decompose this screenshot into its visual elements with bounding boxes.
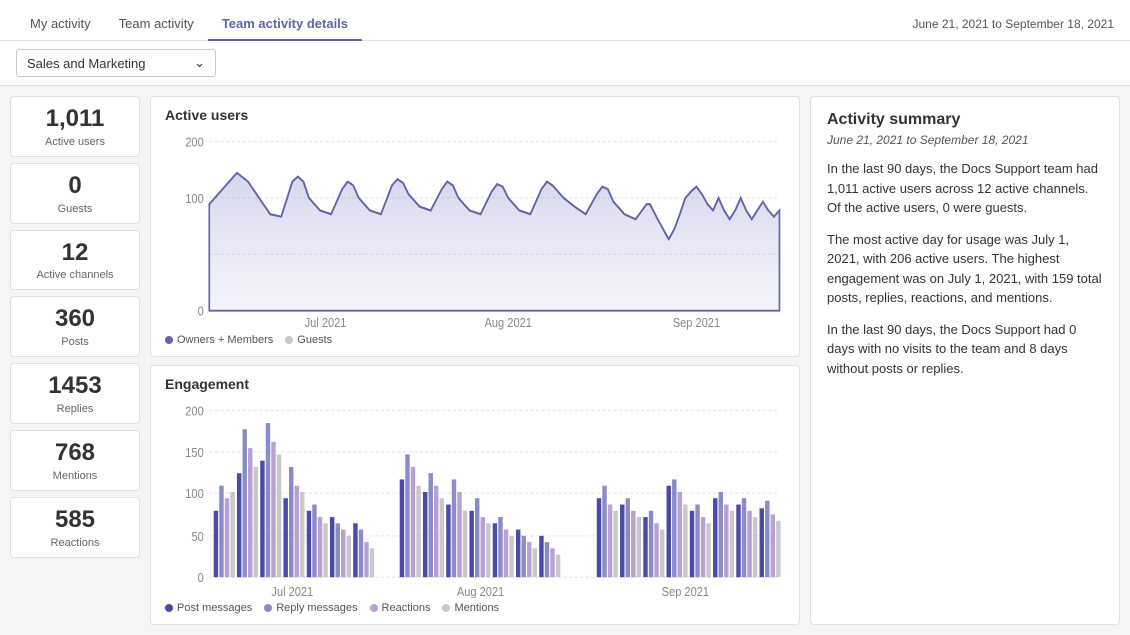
stat-replies: 1453 Replies (10, 363, 140, 424)
legend-label-mentions: Mentions (454, 602, 499, 614)
legend-post-messages: Post messages (165, 602, 252, 614)
charts-panel: Active users 200 100 0 (150, 96, 800, 625)
engagement-chart-card: Engagement 200 150 100 50 0 (150, 365, 800, 626)
stat-guests-label: Guests (23, 203, 127, 215)
team-dropdown[interactable]: Sales and Marketing ⌄ (16, 49, 216, 77)
legend-dot-guests (285, 336, 293, 344)
tab-team-activity-details[interactable]: Team activity details (208, 8, 362, 41)
svg-text:0: 0 (198, 570, 205, 585)
svg-text:Sep 2021: Sep 2021 (673, 315, 720, 329)
stat-replies-number: 1453 (23, 372, 127, 401)
legend-owners-members: Owners + Members (165, 334, 273, 346)
summary-paragraph-1: In the last 90 days, the Docs Support te… (827, 159, 1103, 218)
legend-reactions: Reactions (370, 602, 431, 614)
legend-dot-reply (264, 604, 272, 612)
stats-panel: 1,011 Active users 0 Guests 12 Active ch… (10, 96, 140, 625)
stat-mentions: 768 Mentions (10, 430, 140, 491)
legend-label-owners: Owners + Members (177, 334, 273, 346)
svg-text:100: 100 (185, 486, 204, 501)
svg-text:Aug 2021: Aug 2021 (485, 315, 532, 329)
stat-active-channels-label: Active channels (23, 269, 127, 281)
svg-text:Sep 2021: Sep 2021 (662, 584, 709, 598)
tab-my-activity[interactable]: My activity (16, 8, 105, 41)
svg-text:Jul 2021: Jul 2021 (305, 315, 347, 329)
stat-active-users: 1,011 Active users (10, 96, 140, 157)
stat-replies-label: Replies (23, 403, 127, 415)
tab-team-activity[interactable]: Team activity (105, 8, 208, 41)
svg-text:Aug 2021: Aug 2021 (457, 584, 504, 598)
chevron-down-icon: ⌄ (194, 55, 205, 71)
team-dropdown-value: Sales and Marketing (27, 56, 146, 71)
svg-text:50: 50 (191, 529, 204, 544)
engagement-chart-title: Engagement (165, 376, 785, 392)
active-users-chart-card: Active users 200 100 0 (150, 96, 800, 357)
legend-dot-owners (165, 336, 173, 344)
legend-dot-post (165, 604, 173, 612)
engagement-legend: Post messages Reply messages Reactions M… (165, 602, 785, 614)
legend-reply-messages: Reply messages (264, 602, 357, 614)
activity-summary-panel: Activity summary June 21, 2021 to Septem… (810, 96, 1120, 625)
active-users-legend: Owners + Members Guests (165, 334, 785, 346)
stat-active-channels-number: 12 (23, 239, 127, 268)
stat-mentions-label: Mentions (23, 470, 127, 482)
stat-reactions: 585 Reactions (10, 497, 140, 558)
legend-label-reply: Reply messages (276, 602, 357, 614)
svg-text:150: 150 (185, 445, 204, 460)
stat-reactions-number: 585 (23, 506, 127, 535)
active-users-chart-title: Active users (165, 107, 785, 123)
stat-reactions-label: Reactions (23, 537, 127, 549)
engagement-chart-area: 200 150 100 50 0 (165, 398, 785, 599)
svg-text:100: 100 (185, 191, 204, 206)
stat-posts-number: 360 (23, 305, 127, 334)
stat-guests-number: 0 (23, 172, 127, 201)
legend-guests: Guests (285, 334, 332, 346)
stat-mentions-number: 768 (23, 439, 127, 468)
stat-active-users-label: Active users (23, 136, 127, 148)
date-range-label: June 21, 2021 to September 18, 2021 (913, 17, 1115, 31)
svg-text:200: 200 (185, 403, 204, 418)
stat-posts: 360 Posts (10, 296, 140, 357)
svg-text:Jul 2021: Jul 2021 (271, 584, 313, 598)
stat-posts-label: Posts (23, 336, 127, 348)
summary-paragraph-2: The most active day for usage was July 1… (827, 230, 1103, 308)
stat-guests: 0 Guests (10, 163, 140, 224)
legend-mentions: Mentions (442, 602, 499, 614)
active-users-chart-area: 200 100 0 Jul 2021 (165, 129, 785, 330)
summary-title: Activity summary (827, 111, 1103, 129)
stat-active-channels: 12 Active channels (10, 230, 140, 291)
legend-label-guests: Guests (297, 334, 332, 346)
legend-dot-mentions (442, 604, 450, 612)
svg-text:200: 200 (185, 135, 204, 150)
tab-bar: My activity Team activity Team activity … (16, 8, 362, 40)
legend-label-post: Post messages (177, 602, 252, 614)
legend-dot-reactions (370, 604, 378, 612)
svg-text:0: 0 (198, 304, 205, 319)
summary-paragraph-3: In the last 90 days, the Docs Support ha… (827, 320, 1103, 379)
summary-date: June 21, 2021 to September 18, 2021 (827, 133, 1103, 147)
stat-active-users-number: 1,011 (23, 105, 127, 134)
legend-label-reactions: Reactions (382, 602, 431, 614)
